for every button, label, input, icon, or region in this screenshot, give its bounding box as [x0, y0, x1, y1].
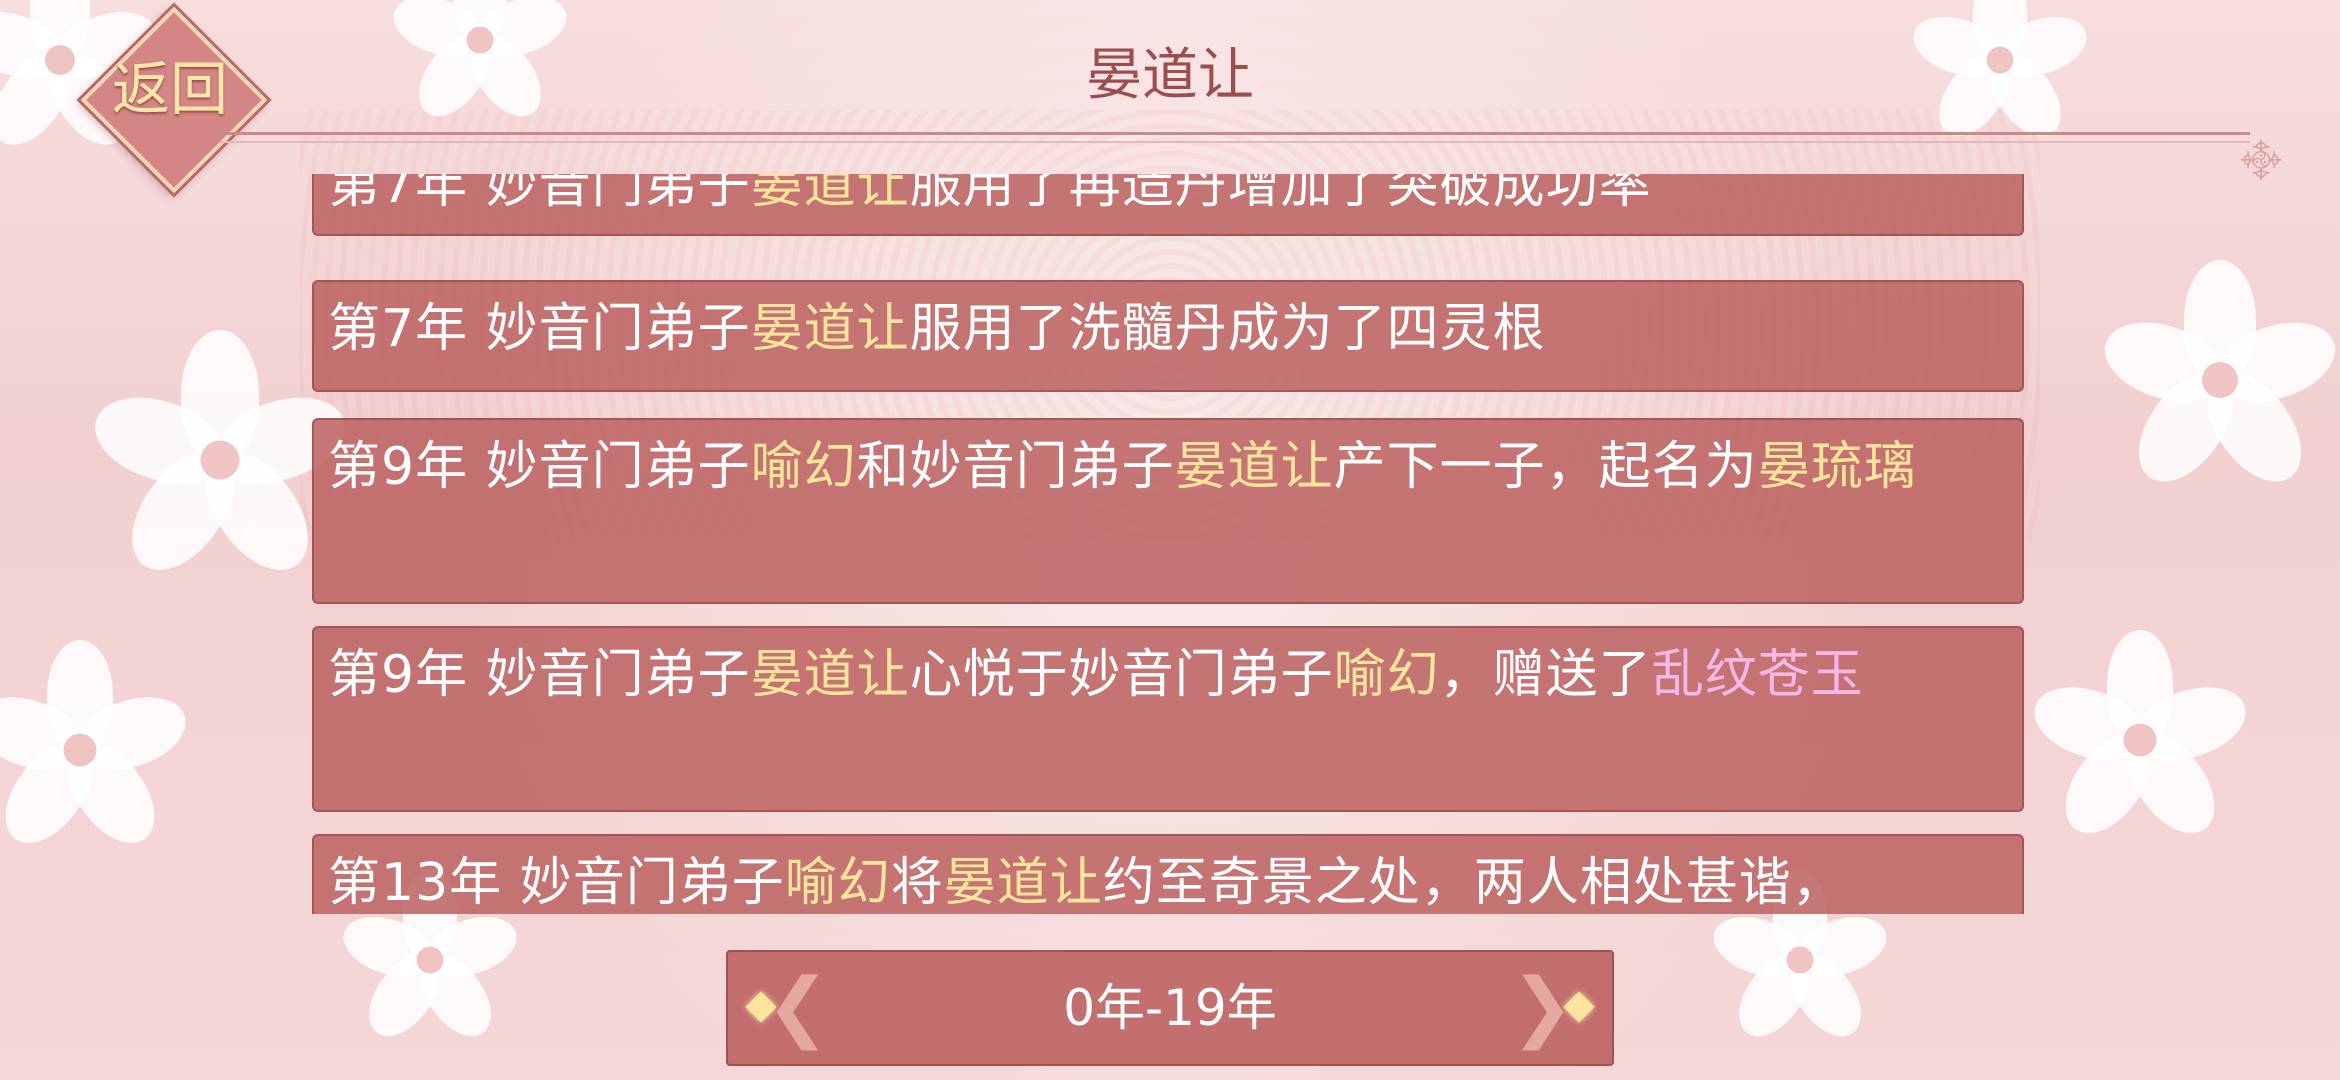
petal-shape [2208, 308, 2340, 415]
petal-shape [2190, 358, 2320, 499]
petal-shape [84, 382, 233, 498]
character-name: 晏道让 [750, 299, 910, 359]
header-divider [220, 132, 2250, 143]
year-range-label: 0年-19年 [1063, 979, 1277, 1037]
event-text: 服用了再造丹增加了突破成功率 [909, 174, 1652, 215]
swirl-ornament-icon: ࿇ [2240, 131, 2283, 185]
character-name: 晏道让 [750, 645, 910, 705]
event-text: 和妙音门弟子 [856, 437, 1175, 497]
blossom-core [200, 440, 240, 480]
character-name: 晏道让 [1174, 437, 1334, 497]
event-card: 第7年 妙音门弟子晏道让服用了再造丹增加了突破成功率 [312, 174, 2024, 236]
petal-shape [47, 640, 113, 750]
petal-shape [0, 684, 91, 782]
event-text: 约至奇景之处，两人相处甚谐， [1102, 853, 1845, 913]
character-name: 喻幻 [1333, 645, 1440, 705]
petal-shape [1725, 944, 1822, 1049]
event-text: 将 [890, 853, 944, 913]
blossom-decoration [2025, 630, 2255, 850]
blossom-core [416, 946, 444, 974]
item-name: 乱纹苍玉 [1651, 645, 1864, 705]
blossom-core [2123, 723, 2157, 757]
petal-shape [421, 906, 524, 986]
event-text: 服用了洗髓丹成为了四灵根 [909, 299, 1546, 359]
petal-shape [2025, 674, 2151, 772]
petal-shape [2048, 720, 2167, 849]
event-text: 产下一子，起名为 [1333, 437, 1758, 497]
petal-shape [181, 330, 259, 460]
blossom-decoration [0, 640, 195, 860]
character-name: 晏道让 [943, 853, 1103, 913]
petal-shape [408, 944, 505, 1049]
character-name: 晏琉璃 [1757, 437, 1917, 497]
character-name: 喻幻 [750, 437, 857, 497]
petal-shape [2113, 720, 2232, 849]
blossom-core [2202, 362, 2238, 398]
petal-shape [1791, 906, 1894, 986]
event-text: 第9年 妙音门弟子 [328, 437, 751, 497]
petal-shape [2184, 260, 2256, 380]
petal-shape [1706, 906, 1809, 986]
page-title: 晏道让 [1086, 43, 1254, 108]
petal-shape [2094, 308, 2232, 415]
event-text: 心悦于妙音门弟子 [909, 645, 1334, 705]
event-log-list[interactable]: 第7年 妙音门弟子晏道让服用了再造丹增加了突破成功率 第7年 妙音门弟子晏道让服用… [312, 174, 2028, 914]
event-text: ，赠送了 [1439, 645, 1652, 705]
event-text: 第13年 妙音门弟子 [328, 853, 785, 913]
petal-shape [355, 944, 452, 1049]
petal-shape [336, 906, 439, 986]
year-range-selector[interactable]: 0年-19年 ❮ ❯ [726, 950, 1614, 1066]
blossom-core [1786, 946, 1814, 974]
event-card: 第9年 妙音门弟子喻幻和妙音门弟子晏道让产下一子，起名为晏琉璃 [312, 418, 2024, 604]
character-name: 喻幻 [784, 853, 891, 913]
petal-shape [0, 730, 107, 859]
character-name: 晏道让 [750, 174, 910, 215]
petal-shape [2129, 674, 2255, 772]
event-card: 第9年 妙音门弟子晏道让心悦于妙音门弟子喻幻，赠送了乱纹苍玉 [312, 626, 2024, 812]
petal-shape [69, 684, 195, 782]
blossom-decoration [2094, 260, 2340, 500]
petal-shape [2120, 358, 2250, 499]
event-text: 第7年 妙音门弟子 [328, 299, 751, 359]
event-card: 第13年 妙音门弟子喻幻将晏道让约至奇景之处，两人相处甚谐， [312, 834, 2024, 914]
event-text: 第7年 妙音门弟子 [328, 174, 751, 215]
petal-shape [112, 437, 252, 589]
petal-shape [2107, 630, 2173, 740]
prev-range-button[interactable]: ❮ [728, 952, 838, 1064]
game-screen: 返回 晏道让 ࿇ 第7年 妙音门弟子晏道让服用了再造丹增加了突破成功率 第7年 妙… [0, 0, 2340, 1080]
blossom-core [63, 733, 97, 767]
petal-shape [1778, 944, 1875, 1049]
event-card: 第7年 妙音门弟子晏道让服用了洗髓丹成为了四灵根 [312, 280, 2024, 392]
event-text: 第9年 妙音门弟子 [328, 645, 751, 705]
petal-shape [53, 730, 172, 859]
next-range-button[interactable]: ❯ [1502, 952, 1612, 1064]
